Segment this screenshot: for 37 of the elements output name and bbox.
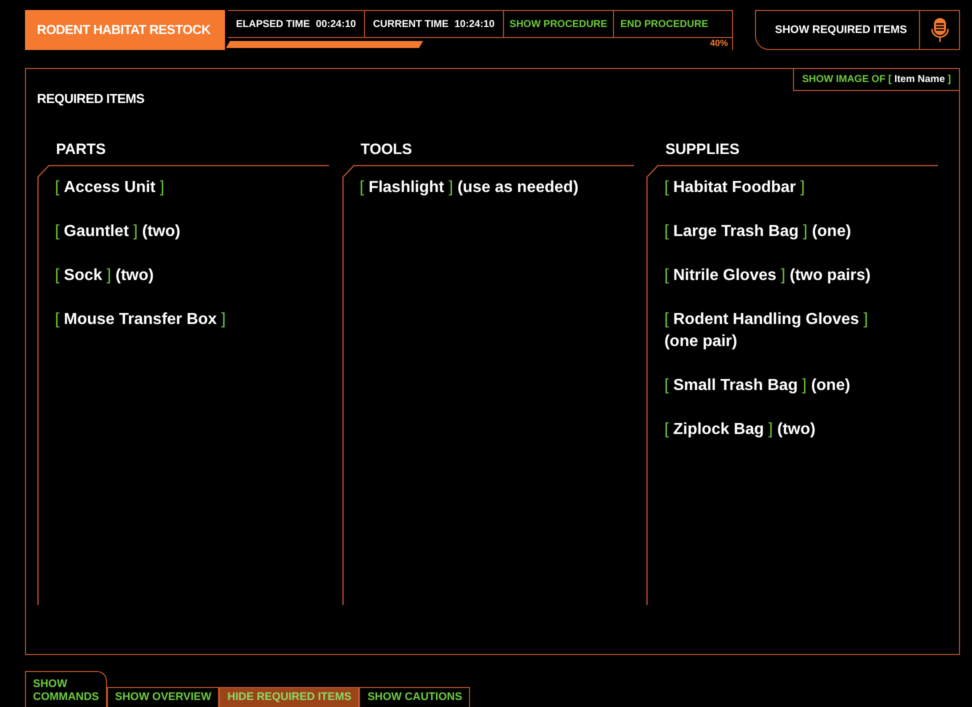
bottom-tab[interactable]: SHOW CAUTIONS: [359, 687, 470, 707]
item-note: (one pair): [664, 333, 738, 350]
item-note: (two): [115, 267, 154, 284]
column-heading: TOOLS: [360, 140, 414, 160]
item-link[interactable]: [ Mouse Transfer Box ]: [55, 311, 226, 328]
item-link[interactable]: [ Ziplock Bag ]: [664, 421, 773, 438]
item-link[interactable]: [ Habitat Foodbar ]: [664, 179, 805, 196]
item-link[interactable]: [ Flashlight ]: [360, 179, 454, 196]
time-label: CURRENT TIME: [372, 18, 448, 32]
item-note: (use as needed): [457, 179, 578, 196]
bottom-tab[interactable]: SHOW OVERVIEW: [107, 687, 220, 707]
item-note: (two pairs): [790, 267, 871, 284]
item-note: (two): [142, 223, 180, 240]
time-value: 10:24:10: [454, 18, 495, 32]
bottom-tab[interactable]: HIDE REQUIRED ITEMS: [219, 687, 360, 707]
show-image-button[interactable]: SHOW IMAGE OF [ Item Name ]: [793, 69, 959, 91]
bottom-tab[interactable]: SHOW COMMANDS: [25, 671, 107, 707]
item-link[interactable]: [ Gauntlet ]: [55, 223, 138, 240]
panel-title: REQUIRED ITEMS: [37, 90, 144, 108]
item-link[interactable]: [ Large Trash Bag ]: [664, 223, 808, 240]
item-link[interactable]: [ Small Trash Bag ]: [664, 377, 807, 394]
item-link[interactable]: [ Rodent Handling Gloves ]: [664, 311, 868, 328]
time-value: 00:24:10: [316, 18, 356, 32]
item-note: (two): [777, 421, 816, 438]
procedure-action-button[interactable]: SHOW PROCEDURE: [504, 11, 614, 37]
item-note: (one): [812, 223, 852, 240]
item-link[interactable]: [ Nitrile Gloves ]: [664, 267, 786, 284]
column-heading: SUPPLIES: [665, 140, 741, 160]
time-label: ELAPSED TIME: [236, 18, 310, 32]
column-heading: PARTS: [56, 140, 107, 160]
procedure-action-button[interactable]: END PROCEDURE: [614, 11, 714, 37]
procedure-title: RODENT HABITAT RESTOCK: [25, 10, 225, 50]
microphone-icon[interactable]: [930, 17, 948, 43]
item-note: (one): [811, 377, 850, 394]
progress-reading: 40%: [710, 37, 729, 50]
item-link[interactable]: [ Sock ]: [55, 267, 112, 284]
item-link[interactable]: [ Access Unit ]: [55, 179, 164, 196]
